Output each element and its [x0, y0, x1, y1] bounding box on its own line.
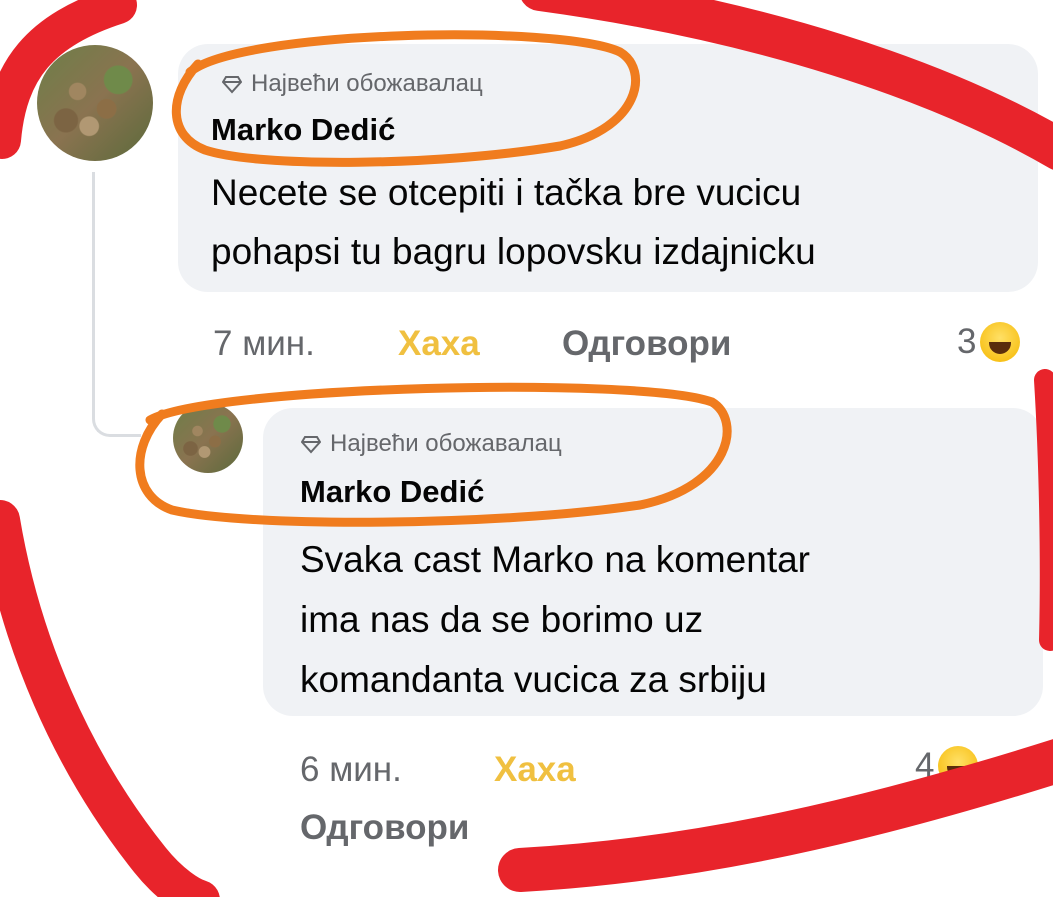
avatar[interactable] [37, 45, 153, 161]
reply-button[interactable]: Одговори [300, 808, 469, 848]
reaction-count[interactable]: 3 [957, 322, 1021, 362]
reaction-count-value: 4 [915, 746, 935, 785]
red-circle-stroke [1034, 369, 1053, 651]
fan-badge: Највећи обожавалац [222, 70, 483, 98]
diamond-icon [222, 76, 242, 94]
comment-text-line: Svaka cast Marko na komentar [300, 539, 810, 580]
comment-text-line: ima nas da se borimo uz [300, 599, 704, 640]
haha-emoji-icon [938, 746, 979, 786]
comment-author[interactable]: Marko Dedić [211, 112, 395, 148]
badge-label: Највећи обожавалац [251, 70, 483, 97]
diamond-icon [301, 436, 321, 454]
haha-button[interactable]: Хаха [494, 750, 576, 790]
reaction-count-value: 3 [957, 322, 977, 361]
avatar[interactable] [173, 403, 243, 473]
haha-button[interactable]: Хаха [398, 324, 480, 364]
reaction-count[interactable]: 4 [915, 746, 979, 786]
haha-emoji-icon [980, 322, 1021, 362]
red-circle-stroke [0, 500, 220, 897]
reply-thread-line [92, 172, 141, 437]
reply-button[interactable]: Одговори [562, 324, 731, 364]
comment-author[interactable]: Marko Dedić [300, 474, 484, 510]
fan-badge: Највећи обожавалац [301, 430, 562, 458]
comment-text-line: pohapsi tu bagru lopovsku izdajnicku [211, 231, 816, 272]
comment-time[interactable]: 6 мин. [300, 750, 402, 790]
badge-label: Највећи обожавалац [330, 430, 562, 457]
comment-text-line: Necete se otcepiti i tačka bre vucicu [211, 172, 802, 213]
comment-time[interactable]: 7 мин. [213, 324, 315, 364]
comment-text-line: komandanta vucica za srbiju [300, 659, 767, 700]
